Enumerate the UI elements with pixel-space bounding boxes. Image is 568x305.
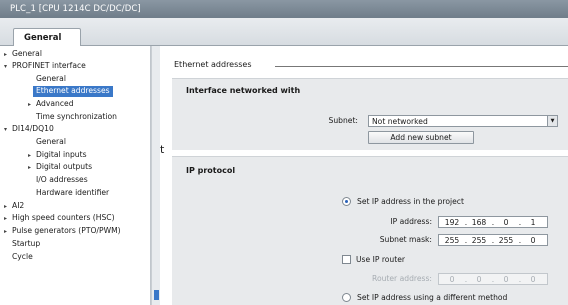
- router-octet: 0: [449, 275, 455, 284]
- section-divider: [275, 66, 568, 67]
- ip-address-label: IP address:: [390, 217, 432, 226]
- use-ip-router-label: Use IP router: [356, 255, 406, 264]
- scrollbar-thumb[interactable]: [154, 290, 159, 300]
- interface-panel: Interface networked with Subnet: Not net…: [172, 78, 568, 150]
- nav-item-di-general[interactable]: General: [36, 137, 66, 148]
- router-octet: 0: [503, 275, 509, 284]
- nav-item-profinet-interface[interactable]: ▾ PROFINET interface: [4, 61, 86, 72]
- nav-item-ai2[interactable]: ▸ AI2: [4, 201, 24, 212]
- section-title: Ethernet addresses: [174, 60, 252, 69]
- ip-octet: 168: [471, 218, 487, 227]
- ip-octet: 192: [444, 218, 460, 227]
- tab-strip: General: [0, 18, 568, 47]
- expand-arrow-icon[interactable]: ▸: [28, 101, 36, 108]
- expand-arrow-icon[interactable]: ▸: [4, 203, 12, 210]
- nav-item-advanced[interactable]: ▸ Advanced: [28, 99, 74, 110]
- mask-octet: 255: [498, 236, 514, 245]
- navigation-tree: ▸ General ▾ PROFINET interface General Eth…: [0, 46, 151, 305]
- nav-item-profinet-general[interactable]: General: [36, 74, 66, 85]
- nav-item-label: General: [12, 49, 42, 58]
- collapse-arrow-icon[interactable]: ▾: [4, 126, 12, 133]
- expand-arrow-icon[interactable]: ▸: [4, 215, 12, 222]
- nav-item-label: Ethernet addresses: [36, 86, 110, 95]
- nav-item-label: Pulse generators (PTO/PWM): [12, 226, 121, 235]
- nav-item-label: AI2: [12, 201, 25, 210]
- nav-item-pulse-generators[interactable]: ▸ Pulse generators (PTO/PWM): [4, 226, 121, 237]
- nav-item-label: PROFINET interface: [12, 61, 86, 70]
- subnet-value: Not networked: [372, 117, 428, 126]
- nav-item-ethernet-addresses[interactable]: Ethernet addresses: [33, 86, 113, 97]
- use-ip-router-checkbox[interactable]: [342, 255, 351, 264]
- nav-item-digital-outputs[interactable]: ▸ Digital outputs: [28, 162, 92, 173]
- router-octet: 0: [476, 275, 482, 284]
- nav-item-startup[interactable]: Startup: [12, 239, 40, 250]
- nav-item-label: Digital inputs: [36, 150, 87, 159]
- nav-item-label: Advanced: [36, 99, 74, 108]
- set-ip-different-method-radio[interactable]: [342, 293, 351, 302]
- chevron-down-icon[interactable]: ▼: [547, 116, 557, 126]
- nav-item-label: Time synchronization: [36, 112, 117, 121]
- mask-octet: 255: [444, 236, 460, 245]
- subnet-mask-input[interactable]: 255 . 255 . 255 . 0: [438, 234, 548, 246]
- expand-arrow-icon[interactable]: ▸: [4, 51, 12, 58]
- nav-item-time-synchronization[interactable]: Time synchronization: [36, 112, 117, 123]
- nav-item-label: Hardware identifier: [36, 188, 110, 197]
- tab-general[interactable]: General: [13, 28, 81, 47]
- nav-item-high-speed-counters[interactable]: ▸ High speed counters (HSC): [4, 213, 115, 224]
- collapse-arrow-icon[interactable]: ▾: [4, 63, 12, 70]
- expand-arrow-icon[interactable]: ▸: [4, 228, 12, 235]
- ip-protocol-panel: IP protocol Set IP address in the projec…: [172, 156, 568, 305]
- mask-octet: 0: [530, 236, 536, 245]
- router-octet: 0: [530, 275, 536, 284]
- add-new-subnet-button[interactable]: Add new subnet: [368, 131, 474, 144]
- ip-octet: 1: [530, 218, 536, 227]
- nav-item-label: Digital outputs: [36, 162, 93, 171]
- nav-item-label: High speed counters (HSC): [12, 213, 115, 222]
- nav-item-label: DI14/DQ10: [12, 124, 54, 133]
- nav-item-di14-dq10[interactable]: ▾ DI14/DQ10: [4, 124, 54, 135]
- ip-protocol-title: IP protocol: [186, 166, 236, 175]
- set-ip-in-project-radio[interactable]: [342, 197, 351, 206]
- stray-text: t: [160, 143, 165, 156]
- nav-item-label: General: [36, 74, 66, 83]
- set-ip-different-method-label: Set IP address using a different method: [357, 293, 508, 302]
- mask-octet: 255: [471, 236, 487, 245]
- nav-item-label: Cycle: [12, 252, 33, 261]
- subnet-dropdown[interactable]: Not networked ▼: [368, 115, 558, 127]
- nav-item-cycle[interactable]: Cycle: [12, 252, 33, 263]
- window-title: PLC_1 [CPU 1214C DC/DC/DC]: [0, 0, 568, 18]
- expand-arrow-icon[interactable]: ▸: [28, 164, 36, 171]
- nav-item-label: I/O addresses: [36, 175, 88, 184]
- nav-item-io-addresses[interactable]: I/O addresses: [36, 175, 88, 186]
- ip-octet: 0: [503, 218, 509, 227]
- nav-scrollbar[interactable]: [151, 46, 160, 305]
- ip-address-input[interactable]: 192 . 168 . 0 . 1: [438, 216, 548, 228]
- router-address-input[interactable]: 0 . 0 . 0 . 0: [438, 273, 548, 285]
- nav-item-label: Startup: [12, 239, 41, 248]
- nav-item-hardware-identifier[interactable]: Hardware identifier: [36, 188, 109, 199]
- subnet-label: Subnet:: [328, 116, 358, 125]
- set-ip-in-project-label: Set IP address in the project: [357, 197, 464, 206]
- router-address-label: Router address:: [372, 274, 432, 283]
- expand-arrow-icon[interactable]: ▸: [28, 152, 36, 159]
- interface-panel-title: Interface networked with: [186, 86, 301, 95]
- properties-content: Ethernet addresses Interface networked w…: [168, 52, 568, 305]
- nav-item-label: General: [36, 137, 66, 146]
- nav-item-digital-inputs[interactable]: ▸ Digital inputs: [28, 150, 87, 161]
- subnet-mask-label: Subnet mask:: [379, 235, 432, 244]
- nav-item-general[interactable]: ▸ General: [4, 49, 42, 60]
